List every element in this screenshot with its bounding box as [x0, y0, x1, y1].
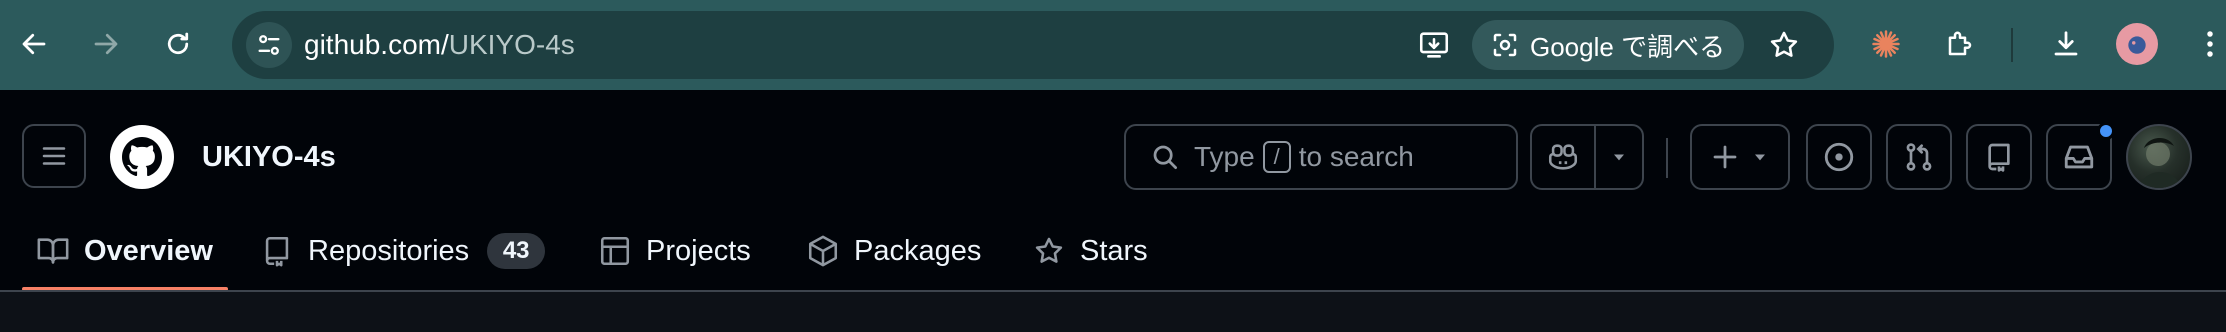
repositories-button[interactable] — [1966, 124, 2032, 190]
page-content-area — [0, 292, 2226, 332]
reload-button[interactable] — [154, 20, 202, 68]
browser-toolbar: github.com/UKIYO-4s Google で調べる — [0, 0, 2226, 90]
inbox-icon — [2064, 145, 2094, 169]
git-pull-request-icon — [1906, 143, 1932, 171]
site-info-icon[interactable] — [246, 22, 292, 68]
google-lens-button[interactable]: Google で調べる — [1472, 20, 1744, 70]
address-bar[interactable]: github.com/UKIYO-4s Google で調べる — [232, 11, 1834, 79]
extensions-puzzle-icon[interactable] — [1936, 20, 1984, 68]
lens-label: Google で調べる — [1530, 31, 1726, 62]
lens-icon — [1493, 33, 1517, 57]
repositories-count-badge: 43 — [487, 233, 546, 269]
extension-starburst-icon[interactable] — [1862, 20, 1910, 68]
toolbar-divider — [2011, 28, 2013, 62]
header-divider — [1666, 138, 1668, 178]
bookmark-star-icon[interactable] — [1762, 23, 1806, 67]
tab-overview[interactable]: Overview — [36, 220, 213, 282]
book-icon — [37, 238, 69, 264]
hamburger-menu-button[interactable] — [22, 124, 86, 188]
issue-opened-icon — [1824, 142, 1854, 172]
search-shortcut-key: / — [1262, 141, 1291, 173]
copilot-button[interactable] — [1532, 126, 1596, 188]
search-text-before: Type — [1194, 141, 1255, 172]
reload-icon — [167, 32, 189, 55]
repo-icon — [265, 236, 289, 267]
url-host: github.com/ — [304, 29, 449, 60]
tab-packages-label: Packages — [854, 234, 982, 267]
url-path: UKIYO-4s — [448, 29, 575, 60]
github-logo-icon[interactable] — [110, 125, 174, 189]
star-icon — [1035, 237, 1063, 263]
browser-profile-avatar[interactable] — [2116, 23, 2158, 65]
notification-indicator — [2097, 122, 2115, 140]
table-icon — [600, 236, 630, 266]
tab-stars[interactable]: Stars — [1032, 220, 1148, 282]
tab-packages[interactable]: Packages — [806, 220, 981, 282]
tab-repositories-label: Repositories — [308, 234, 470, 267]
arrow-left-icon — [22, 33, 46, 55]
repo-icon — [1988, 143, 2010, 172]
copilot-button-group — [1530, 124, 1644, 190]
url-text[interactable]: github.com/UKIYO-4s — [304, 11, 575, 79]
arrow-right-icon — [94, 33, 118, 55]
plus-icon — [1713, 145, 1737, 169]
tab-projects-label: Projects — [646, 234, 751, 267]
install-app-icon[interactable] — [1412, 23, 1456, 67]
tab-overview-label: Overview — [84, 234, 213, 267]
tab-repositories[interactable]: Repositories 43 — [260, 220, 546, 282]
browser-menu-icon[interactable] — [2194, 20, 2226, 68]
user-avatar[interactable] — [2126, 124, 2192, 190]
create-new-button[interactable] — [1690, 124, 1790, 190]
forward-button[interactable] — [82, 20, 130, 68]
tab-stars-label: Stars — [1080, 234, 1148, 267]
downloads-icon[interactable] — [2042, 20, 2090, 68]
package-icon — [808, 235, 838, 267]
search-icon — [1153, 145, 1177, 169]
copilot-dropdown-button[interactable] — [1596, 126, 1642, 188]
issues-button[interactable] — [1806, 124, 1872, 190]
pull-requests-button[interactable] — [1886, 124, 1952, 190]
back-button[interactable] — [10, 20, 58, 68]
triangle-down-icon — [1614, 154, 1624, 161]
search-text-after: to search — [1298, 141, 1414, 172]
triangle-down-icon — [1755, 154, 1765, 161]
tab-projects[interactable]: Projects — [598, 220, 751, 282]
copilot-icon — [1548, 144, 1578, 170]
github-header: UKIYO-4s Type / to search Overview Repos… — [0, 90, 2226, 291]
search-input[interactable]: Type / to search — [1124, 124, 1518, 190]
search-placeholder: Type / to search — [1194, 141, 1414, 173]
profile-owner-name[interactable]: UKIYO-4s — [202, 132, 336, 182]
menu-icon — [42, 147, 66, 165]
